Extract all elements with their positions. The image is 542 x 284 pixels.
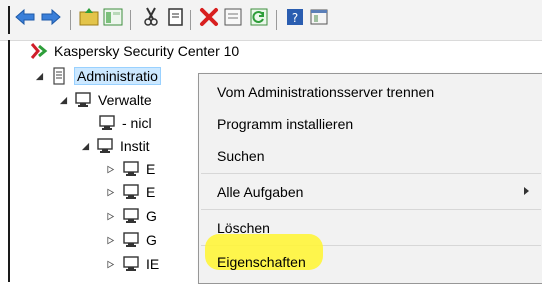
delete-icon[interactable]	[198, 6, 220, 28]
tree-item-label: - nicl	[122, 115, 152, 131]
help-icon[interactable]: ?	[284, 6, 306, 28]
tree-item-label: IE	[146, 256, 160, 272]
computer-icon	[74, 91, 92, 109]
submenu-arrow-icon	[524, 187, 529, 195]
toolbar-separator	[276, 10, 277, 30]
tree-item-label: E	[146, 184, 156, 200]
menu-item-install-program[interactable]: Programm installieren	[199, 108, 542, 140]
window-edge	[8, 40, 10, 282]
menu-item-label: Programm installieren	[217, 116, 354, 132]
tree-root[interactable]: Kaspersky Security Center 10	[30, 41, 239, 61]
computer-icon	[122, 207, 140, 225]
folder-up-icon[interactable]	[78, 6, 100, 28]
tree-item[interactable]: E	[106, 159, 155, 179]
expand-toggle[interactable]	[80, 141, 90, 151]
svg-text:?: ?	[292, 11, 298, 25]
console-window-icon[interactable]	[308, 6, 330, 28]
computer-icon	[122, 255, 140, 273]
expand-toggle[interactable]	[106, 164, 116, 174]
tree-item[interactable]: - nicl	[98, 113, 152, 133]
menu-item-disconnect[interactable]: Vom Administrationsserver trennen	[199, 76, 542, 108]
server-icon	[50, 67, 68, 85]
tree-item[interactable]: G	[106, 230, 157, 250]
computer-icon	[96, 137, 114, 155]
computer-icon	[98, 114, 116, 132]
tree-item[interactable]: E	[106, 182, 155, 202]
kaspersky-logo-icon	[30, 42, 48, 60]
menu-item-label: Alle Aufgaben	[217, 184, 304, 200]
menu-item-label: Eigenschaften	[217, 254, 306, 270]
forward-icon[interactable]	[40, 6, 62, 28]
expand-toggle[interactable]	[58, 95, 68, 105]
tree-item-label: G	[146, 208, 157, 224]
tree-item[interactable]: IE	[106, 254, 159, 274]
toolbar-separator	[70, 10, 71, 30]
tree-item-server[interactable]: Administratio	[34, 66, 161, 86]
show-hide-tree-icon[interactable]	[102, 6, 124, 28]
menu-item-all-tasks[interactable]: Alle Aufgaben	[199, 176, 542, 208]
tree-item-label: E	[146, 161, 156, 177]
context-menu: Vom Administrationsserver trennen Progra…	[198, 73, 542, 284]
menu-separator	[201, 173, 541, 174]
expand-toggle[interactable]	[34, 71, 44, 81]
copy-icon[interactable]	[165, 6, 187, 28]
menu-item-search[interactable]: Suchen	[199, 140, 542, 172]
expand-toggle[interactable]	[106, 187, 116, 197]
toolbar-separator	[190, 10, 191, 30]
menu-separator	[201, 209, 541, 210]
computer-icon	[122, 160, 140, 178]
menu-item-properties[interactable]: Eigenschaften	[199, 246, 542, 278]
tree-item[interactable]: Verwalte	[58, 90, 152, 110]
properties-icon[interactable]	[222, 6, 244, 28]
tree-item-label: G	[146, 232, 157, 248]
computer-icon	[122, 231, 140, 249]
toolbar-separator	[130, 10, 131, 30]
refresh-icon[interactable]	[248, 6, 270, 28]
expand-toggle[interactable]	[106, 235, 116, 245]
tree-item-label: Instit	[120, 138, 150, 154]
back-icon[interactable]	[14, 6, 36, 28]
tree-item-label: Verwalte	[98, 92, 152, 108]
computer-icon	[122, 183, 140, 201]
menu-item-label: Suchen	[217, 148, 265, 164]
expand-toggle[interactable]	[106, 259, 116, 269]
menu-item-label: Vom Administrationsserver trennen	[217, 84, 435, 100]
expand-toggle[interactable]	[106, 211, 116, 221]
cut-icon[interactable]	[140, 6, 162, 28]
tree-item[interactable]: Instit	[80, 136, 150, 156]
tree-item[interactable]: G	[106, 206, 157, 226]
window-edge	[8, 6, 10, 34]
tree-root-label: Kaspersky Security Center 10	[54, 43, 240, 59]
toolbar: ?	[0, 0, 542, 41]
tree-item-label: Administratio	[74, 67, 161, 85]
